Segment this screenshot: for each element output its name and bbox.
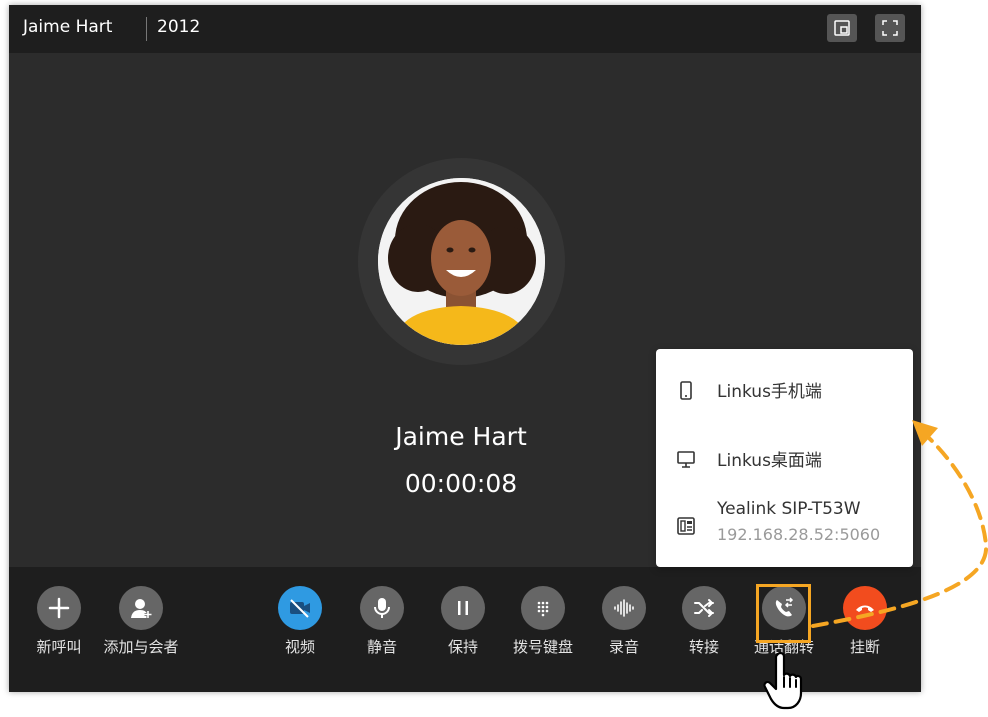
picture-in-picture-icon xyxy=(834,20,850,36)
hand-cursor-icon xyxy=(763,651,803,710)
mobile-icon xyxy=(676,379,696,405)
video-off-icon xyxy=(290,599,310,618)
call-duration: 00:00:08 xyxy=(404,469,518,498)
hold-circle xyxy=(441,586,485,630)
add-participant-circle xyxy=(119,586,163,630)
flip-menu-item-deskphone[interactable]: Yealink SIP-T53W 192.168.28.52:5060 xyxy=(656,491,913,557)
plus-icon xyxy=(48,597,70,619)
hangup-icon xyxy=(856,605,874,612)
hangup-label: 挂断 xyxy=(849,638,880,656)
dialpad-icon xyxy=(537,601,549,617)
hangup-button[interactable]: 挂断 xyxy=(810,586,920,657)
title-bar: Jaime Hart 2012 xyxy=(9,5,921,53)
record-circle xyxy=(602,586,646,630)
waveform-icon xyxy=(614,599,634,617)
hangup-circle xyxy=(843,586,887,630)
fullscreen-icon xyxy=(882,20,898,36)
fullscreen-button[interactable] xyxy=(875,14,905,42)
flip-menu-item-deskphone-label: Yealink SIP-T53W xyxy=(717,499,861,519)
add-user-icon xyxy=(131,599,152,618)
transfer-circle xyxy=(682,586,726,630)
flip-menu-item-deskphone-address: 192.168.28.52:5060 xyxy=(717,525,881,544)
flip-menu-item-mobile-label: Linkus手机端 xyxy=(717,382,822,402)
desktop-icon xyxy=(676,448,696,474)
caller-name: Jaime Hart xyxy=(395,422,527,451)
title-caller-name: Jaime Hart xyxy=(23,17,113,37)
pause-icon xyxy=(458,601,468,615)
mute-circle xyxy=(360,586,404,630)
avatar xyxy=(378,178,545,345)
microphone-icon xyxy=(374,598,390,618)
new-call-circle xyxy=(37,586,81,630)
title-extension: 2012 xyxy=(157,17,201,37)
flip-menu-item-mobile[interactable]: Linkus手机端 xyxy=(656,369,913,409)
dialpad-circle xyxy=(521,586,565,630)
picture-in-picture-button[interactable] xyxy=(827,14,857,42)
avatar-photo xyxy=(378,178,545,345)
flip-menu-item-desktop-label: Linkus桌面端 xyxy=(717,451,822,471)
shuffle-icon xyxy=(694,599,714,617)
flip-menu-item-desktop[interactable]: Linkus桌面端 xyxy=(656,438,913,478)
desk-phone-icon xyxy=(676,515,696,541)
title-divider xyxy=(146,17,147,41)
video-circle xyxy=(278,586,322,630)
call-flip-menu: Linkus手机端 Linkus桌面端 Yealink SIP-T53W 192… xyxy=(656,349,913,567)
add-participant-label: 添加与会者 xyxy=(103,638,179,656)
call-flip-highlight xyxy=(756,584,811,643)
add-participant-button[interactable]: 添加与会者 xyxy=(86,586,196,657)
